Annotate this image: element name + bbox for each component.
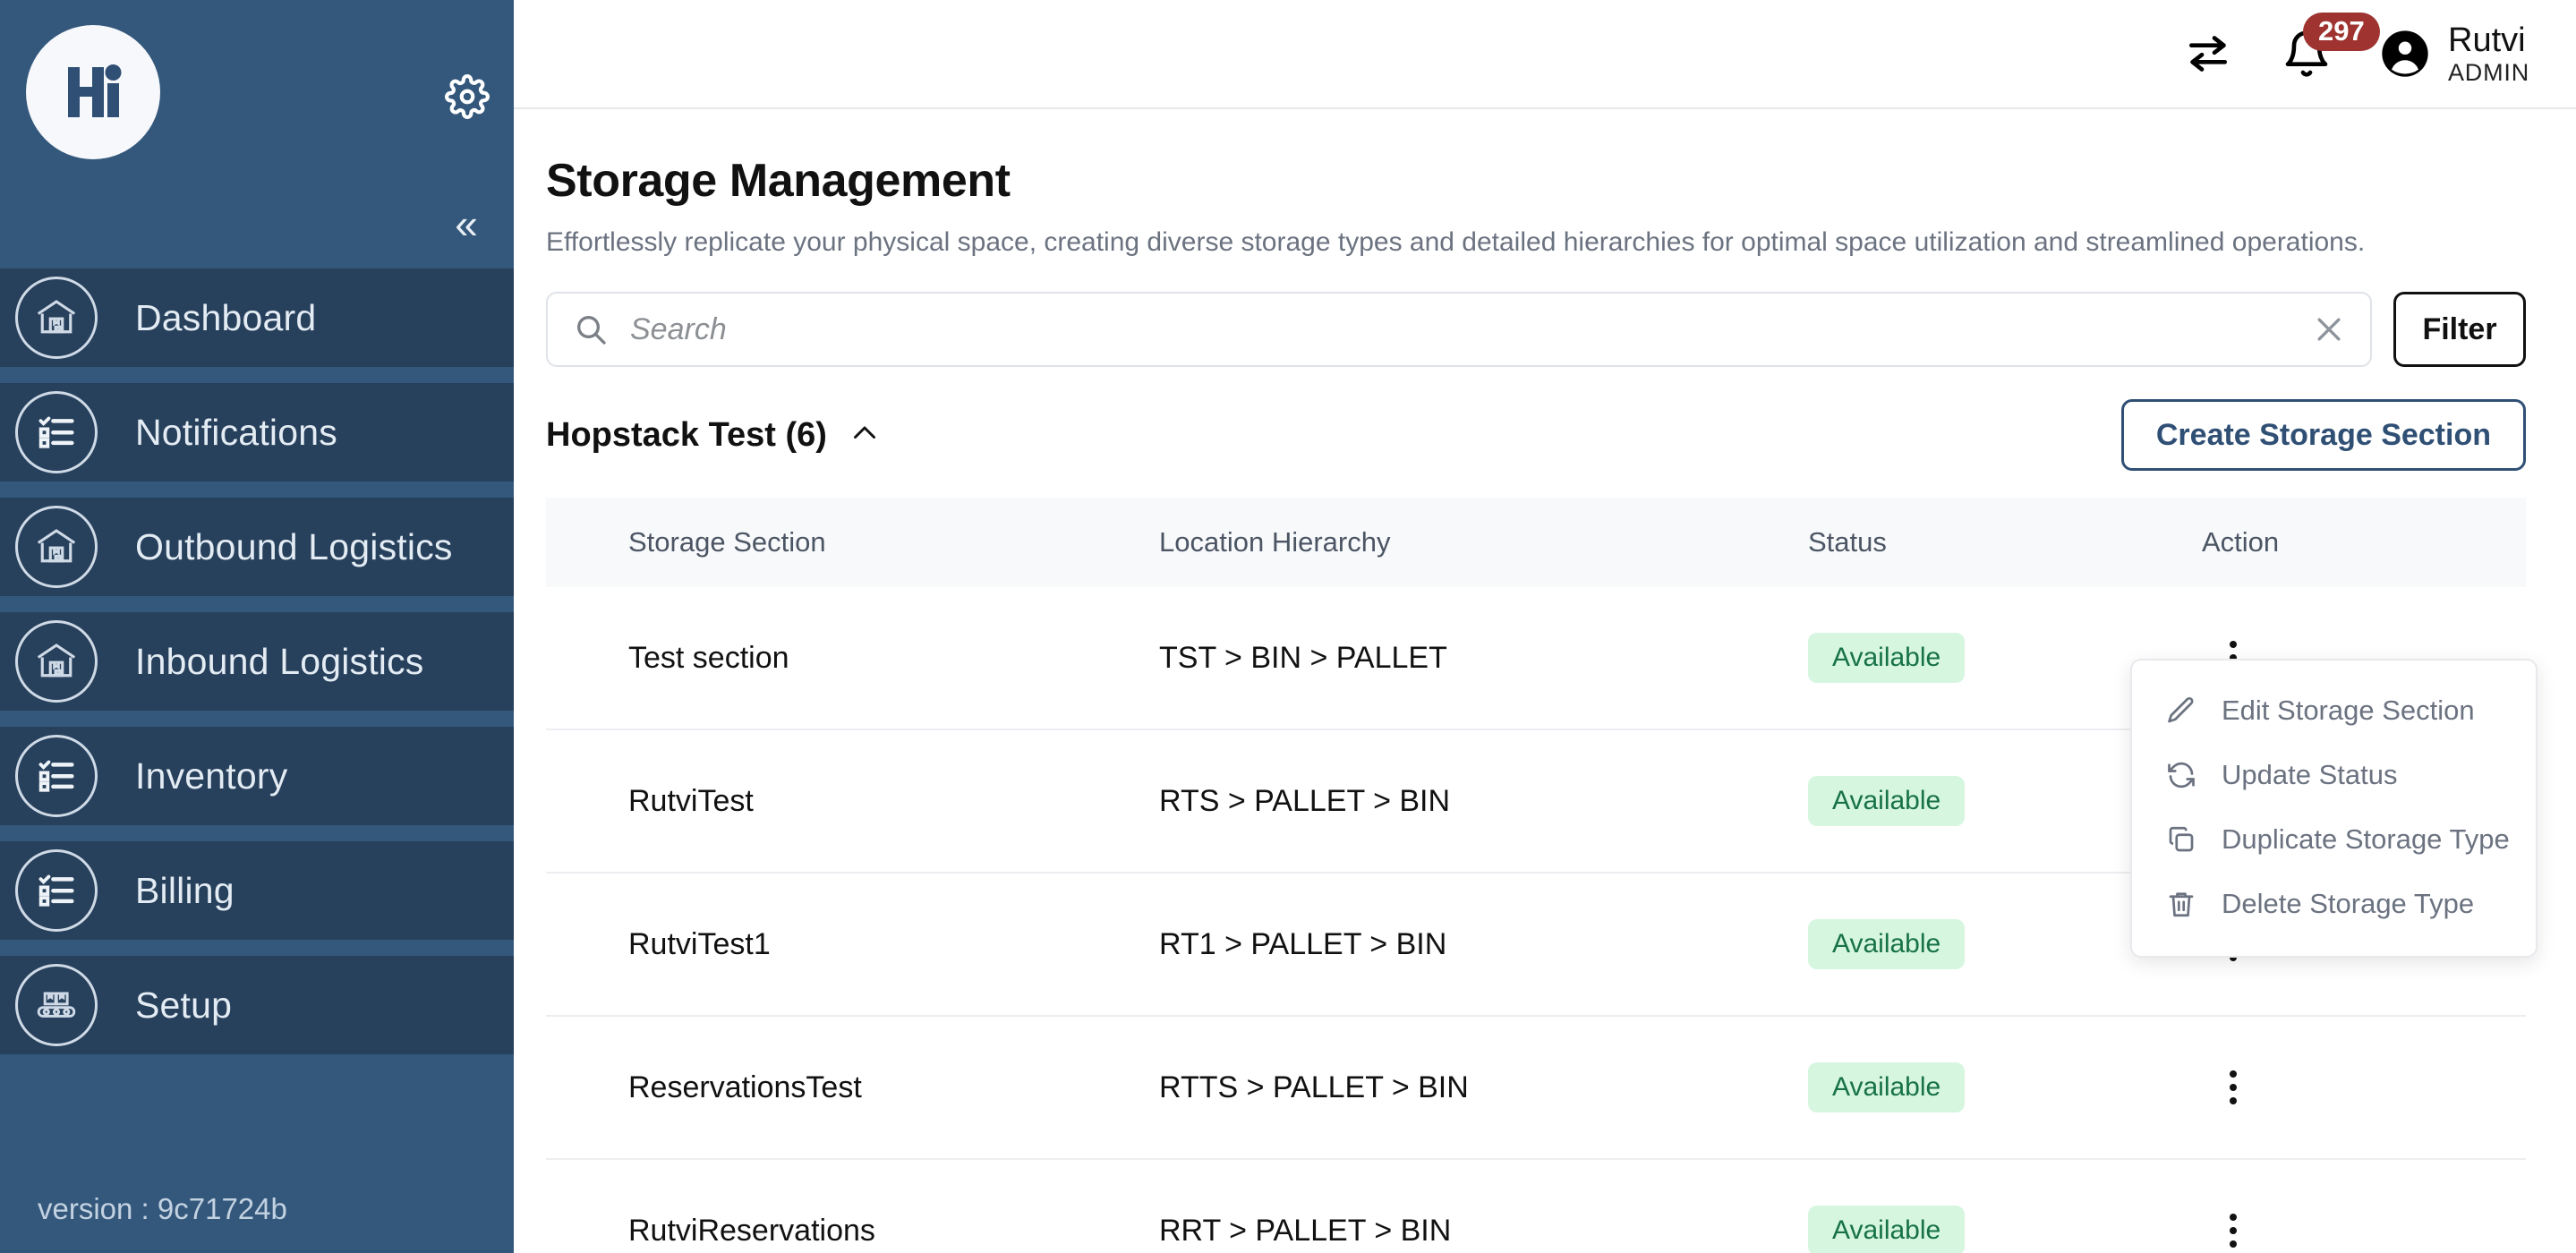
menu-item-update-status[interactable]: Update Status xyxy=(2132,743,2536,807)
sidebar-header: « xyxy=(0,0,514,192)
refresh-icon xyxy=(2164,758,2198,792)
cell-storage-section: RutviReservations xyxy=(546,1214,1159,1249)
menu-item-label: Edit Storage Section xyxy=(2222,695,2475,727)
page-content: Storage Management Effortlessly replicat… xyxy=(514,109,2576,1253)
app-version: version : 9c71724b xyxy=(38,1192,287,1226)
gear-icon[interactable] xyxy=(442,72,492,122)
app-root: « Dashboard xyxy=(0,0,2576,1253)
page-subtitle: Effortlessly replicate your physical spa… xyxy=(546,227,2526,258)
status-badge: Available xyxy=(1808,1062,1965,1112)
warehouse-icon xyxy=(15,506,98,588)
filter-button[interactable]: Filter xyxy=(2393,292,2526,367)
menu-item-delete-storage-type[interactable]: Delete Storage Type xyxy=(2132,872,2536,936)
sidebar-item-label: Outbound Logistics xyxy=(135,526,453,568)
sidebar-item-notifications[interactable]: Notifications xyxy=(0,383,514,482)
group-row: Hopstack Test (6) Create Storage Section xyxy=(546,399,2526,471)
table-row[interactable]: ReservationsTest RTTS > PALLET > BIN Ava… xyxy=(546,1017,2526,1160)
page-title: Storage Management xyxy=(546,154,2526,208)
double-chevron-left-icon: « xyxy=(455,203,473,244)
warehouse-icon xyxy=(15,277,98,359)
status-badge: Available xyxy=(1808,1206,1965,1253)
search-box[interactable] xyxy=(546,292,2372,367)
user-identity: Rutvi ADMIN xyxy=(2448,21,2529,87)
column-header-storage-section: Storage Section xyxy=(546,526,1159,558)
chevron-up-icon[interactable] xyxy=(849,417,881,454)
trash-icon xyxy=(2164,887,2198,921)
cell-location-hierarchy: RTS > PALLET > BIN xyxy=(1159,784,1808,819)
table-row[interactable]: RutviReservations RRT > PALLET > BIN Ava… xyxy=(546,1160,2526,1253)
table-header-row: Storage Section Location Hierarchy Statu… xyxy=(546,498,2526,587)
sidebar-nav: Dashboard Notifications xyxy=(0,268,514,1070)
main-area: 297 Rutvi ADMIN Storage Management xyxy=(514,0,2576,1253)
status-badge: Available xyxy=(1808,633,1965,683)
close-icon[interactable] xyxy=(2311,311,2347,347)
user-menu[interactable]: Rutvi ADMIN xyxy=(2380,21,2529,87)
pencil-icon xyxy=(2164,694,2198,728)
status-badge: Available xyxy=(1808,776,1965,826)
sidebar-item-label: Inbound Logistics xyxy=(135,641,424,683)
user-name: Rutvi xyxy=(2448,21,2529,60)
kebab-menu-icon[interactable] xyxy=(2202,1199,2265,1253)
cell-location-hierarchy: TST > BIN > PALLET xyxy=(1159,641,1808,676)
topbar-actions: 297 Rutvi ADMIN xyxy=(2183,21,2529,87)
sidebar-item-label: Notifications xyxy=(135,412,337,454)
search-row: Filter xyxy=(546,292,2526,367)
storage-sections-table: Storage Section Location Hierarchy Statu… xyxy=(546,498,2526,1253)
app-logo[interactable] xyxy=(26,25,160,159)
checklist-icon xyxy=(15,391,98,473)
cell-action xyxy=(2202,1199,2470,1253)
column-header-action: Action xyxy=(2202,526,2470,558)
checklist-icon xyxy=(15,735,98,817)
menu-item-label: Delete Storage Type xyxy=(2222,888,2474,920)
cell-location-hierarchy: RRT > PALLET > BIN xyxy=(1159,1214,1808,1249)
group-toggle[interactable]: Hopstack Test (6) xyxy=(546,416,881,455)
column-header-location-hierarchy: Location Hierarchy xyxy=(1159,526,1808,558)
checklist-icon xyxy=(15,849,98,932)
cell-storage-section: ReservationsTest xyxy=(546,1070,1159,1105)
sidebar-item-inbound-logistics[interactable]: Inbound Logistics xyxy=(0,612,514,711)
sidebar-item-billing[interactable]: Billing xyxy=(0,841,514,940)
notifications-button[interactable]: 297 xyxy=(2282,29,2332,79)
sidebar-item-inventory[interactable]: Inventory xyxy=(0,727,514,825)
search-input[interactable] xyxy=(630,312,2295,347)
cell-location-hierarchy: RTTS > PALLET > BIN xyxy=(1159,1070,1808,1105)
sidebar-item-label: Setup xyxy=(135,984,232,1027)
cell-location-hierarchy: RT1 > PALLET > BIN xyxy=(1159,927,1808,962)
sidebar-item-label: Inventory xyxy=(135,755,287,797)
group-title: Hopstack Test (6) xyxy=(546,416,827,455)
notification-count-badge: 297 xyxy=(2303,13,2380,51)
user-role: ADMIN xyxy=(2448,59,2529,86)
row-context-menu: Edit Storage Section Update Status xyxy=(2130,659,2538,958)
swap-arrows-icon[interactable] xyxy=(2183,29,2233,79)
conveyor-belt-icon xyxy=(15,964,98,1046)
cell-storage-section: RutviTest1 xyxy=(546,927,1159,962)
cell-status: Available xyxy=(1808,1206,2202,1253)
topbar: 297 Rutvi ADMIN xyxy=(514,0,2576,109)
menu-item-label: Duplicate Storage Type xyxy=(2222,823,2510,856)
create-storage-section-button[interactable]: Create Storage Section xyxy=(2121,399,2526,471)
sidebar-collapse-button[interactable]: « xyxy=(440,201,492,246)
cell-action xyxy=(2202,1056,2470,1119)
menu-item-duplicate-storage-type[interactable]: Duplicate Storage Type xyxy=(2132,807,2536,872)
sidebar: « Dashboard xyxy=(0,0,514,1253)
cell-storage-section: Test section xyxy=(546,641,1159,676)
search-icon xyxy=(573,311,609,347)
cell-storage-section: RutviTest xyxy=(546,784,1159,819)
sidebar-item-outbound-logistics[interactable]: Outbound Logistics xyxy=(0,498,514,596)
cell-status: Available xyxy=(1808,1062,2202,1112)
warehouse-icon xyxy=(15,620,98,703)
copy-icon xyxy=(2164,823,2198,857)
user-avatar-icon xyxy=(2380,29,2430,79)
sidebar-item-dashboard[interactable]: Dashboard xyxy=(0,268,514,367)
menu-item-edit-storage-section[interactable]: Edit Storage Section xyxy=(2132,678,2536,743)
sidebar-item-setup[interactable]: Setup xyxy=(0,956,514,1054)
status-badge: Available xyxy=(1808,919,1965,969)
kebab-menu-icon[interactable] xyxy=(2202,1056,2265,1119)
sidebar-item-label: Billing xyxy=(135,870,235,912)
column-header-status: Status xyxy=(1808,526,2202,558)
menu-item-label: Update Status xyxy=(2222,759,2397,791)
sidebar-item-label: Dashboard xyxy=(135,297,316,339)
